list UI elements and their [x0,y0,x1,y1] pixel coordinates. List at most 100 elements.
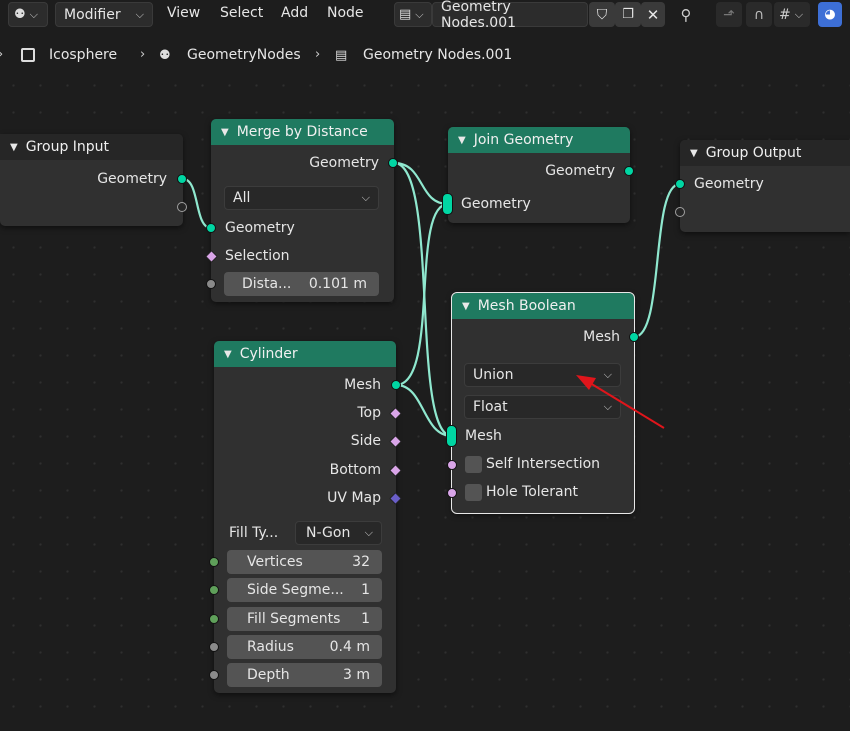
self-intersection-checkbox[interactable] [465,456,482,473]
duplicate-icon: ❐ [622,7,634,22]
side-segments-value: 1 [361,582,370,598]
depth-label: Depth [247,667,290,683]
breadcrumb-object: Icosphere [49,47,118,63]
chevron-right-icon: › [315,47,321,62]
shield-icon: ⛉ [596,6,608,23]
chevron-down-icon: ⌵ [603,400,612,413]
collapse-chevron-icon[interactable]: ▼ [221,127,229,138]
menu-view[interactable]: View [167,5,200,21]
node-title: Mesh Boolean [477,298,576,314]
node-header[interactable]: ▼ Group Input [0,134,183,160]
node-tree-name-field[interactable]: Geometry Nodes.001 [432,0,588,31]
distance-field[interactable]: Dista... 0.101 m [224,272,379,296]
snap-toggle[interactable]: ∩ [746,2,772,27]
input-label-geometry: Geometry [225,220,295,236]
input-label-geometry: Geometry [694,176,764,192]
output-label-mesh: Mesh [344,377,381,393]
output-socket-mesh[interactable] [391,380,401,390]
node-header[interactable]: ▼ Group Output [680,140,850,166]
output-socket-geometry[interactable] [624,166,634,176]
pin-button[interactable]: ⚲ [674,2,698,27]
input-socket-geometry-multi[interactable] [442,193,453,215]
input-socket-distance[interactable] [206,279,216,289]
output-socket-geometry[interactable] [388,158,398,168]
menu-node[interactable]: Node [327,5,364,21]
input-socket-side-segments[interactable] [209,585,219,595]
node-mesh-boolean[interactable]: ▼ Mesh Boolean Mesh Union ⌵ Float ⌵ Mesh… [446,292,639,514]
duplicate-button[interactable]: ❐ [615,2,641,27]
mode-dropdown[interactable]: Modifier ⌵ [55,2,153,27]
operation-select[interactable]: Union ⌵ [464,363,621,387]
collapse-chevron-icon[interactable]: ▼ [10,142,18,153]
node-cylinder[interactable]: ▼ Cylinder Mesh Top Side Bottom UV Map F… [209,341,402,693]
radius-field[interactable]: Radius 0.4 m [227,635,382,659]
node-merge-by-distance[interactable]: ▼ Merge by Distance Geometry All ⌵ Geome… [205,119,398,302]
vertices-field[interactable]: Vertices 32 [227,550,382,574]
input-socket-self-intersection[interactable] [447,460,457,470]
node-header[interactable]: ▼ Mesh Boolean [452,293,634,319]
node-title: Group Input [25,139,110,155]
input-socket-extend[interactable] [675,207,685,217]
node-header[interactable]: ▼ Join Geometry [448,127,630,153]
collapse-chevron-icon[interactable]: ▼ [462,301,470,312]
input-socket-geometry[interactable] [206,223,216,233]
solver-select[interactable]: Float ⌵ [464,395,621,419]
input-socket-depth[interactable] [209,670,219,680]
input-socket-radius[interactable] [209,642,219,652]
input-label-selection: Selection [225,248,290,264]
node-tree-browse[interactable]: ▤ ⌵ [394,2,432,27]
node-title: Merge by Distance [236,124,368,140]
mode-select[interactable]: All ⌵ [224,186,379,210]
node-tree-icon: ▤ [335,48,348,63]
side-segments-label: Side Segme... [247,582,344,598]
unlink-button[interactable]: ✕ [641,2,665,27]
modifier-icon: ⚉ [159,48,171,63]
mode-dropdown-label: Modifier [64,6,121,23]
node-tree-icon: ▤ [399,7,412,22]
input-socket-vertices[interactable] [209,557,219,567]
node-group-input[interactable]: ▼ Group Input Geometry [0,134,187,226]
fill-type-select[interactable]: N-Gon ⌵ [295,521,382,545]
side-segments-field[interactable]: Side Segme... 1 [227,578,382,602]
chevron-down-icon: ⌵ [794,7,804,21]
input-socket-hole-tolerant[interactable] [447,488,457,498]
node-group-output[interactable]: ▼ Group Output Geometry [675,140,850,232]
breadcrumb-modifier: GeometryNodes [187,47,301,63]
output-socket-geometry[interactable] [177,174,187,184]
fill-type-value: N-Gon [306,525,351,541]
overlays-toggle[interactable]: ◕ [818,2,842,27]
output-socket-extend[interactable] [177,202,187,212]
output-label-top: Top [357,405,381,421]
editor-type-selector[interactable]: ⚉ ⌵ [8,2,48,27]
output-socket-mesh[interactable] [629,332,639,342]
collapse-chevron-icon[interactable]: ▼ [690,148,698,159]
depth-field[interactable]: Depth 3 m [227,663,382,687]
input-socket-geometry[interactable] [675,179,685,189]
breadcrumb: › Icosphere › ⚉ GeometryNodes › ▤ Geomet… [0,40,850,70]
fake-user-button[interactable]: ⛉ [589,2,615,27]
chevron-down-icon: ⌵ [603,368,612,381]
output-label-geometry: Geometry [545,163,615,179]
node-join-geometry[interactable]: ▼ Join Geometry Geometry Geometry [442,127,634,223]
fill-segments-field[interactable]: Fill Segments 1 [227,607,382,631]
input-socket-fill-segments[interactable] [209,614,219,624]
node-tree-name: Geometry Nodes.001 [441,0,517,31]
parent-node-tree-button[interactable]: ⬏ [716,2,742,27]
overlays-icon: ◕ [824,7,836,22]
mode-value: All [233,190,251,206]
fill-segments-label: Fill Segments [247,611,341,627]
node-title: Join Geometry [473,132,574,148]
output-label-bottom: Bottom [329,462,381,478]
chevron-down-icon: ⌵ [361,191,370,204]
breadcrumb-node-tree: Geometry Nodes.001 [363,47,513,63]
collapse-chevron-icon[interactable]: ▼ [224,349,232,360]
hole-tolerant-checkbox[interactable] [465,484,482,501]
input-socket-mesh-multi[interactable] [446,425,457,447]
collapse-chevron-icon[interactable]: ▼ [458,135,466,146]
menu-select[interactable]: Select [220,5,263,21]
menu-add[interactable]: Add [281,5,308,21]
hole-tolerant-label: Hole Tolerant [486,484,578,500]
node-header[interactable]: ▼ Cylinder [214,341,396,367]
snap-target-dropdown[interactable]: # ⌵ [774,2,810,27]
node-header[interactable]: ▼ Merge by Distance [211,119,394,145]
